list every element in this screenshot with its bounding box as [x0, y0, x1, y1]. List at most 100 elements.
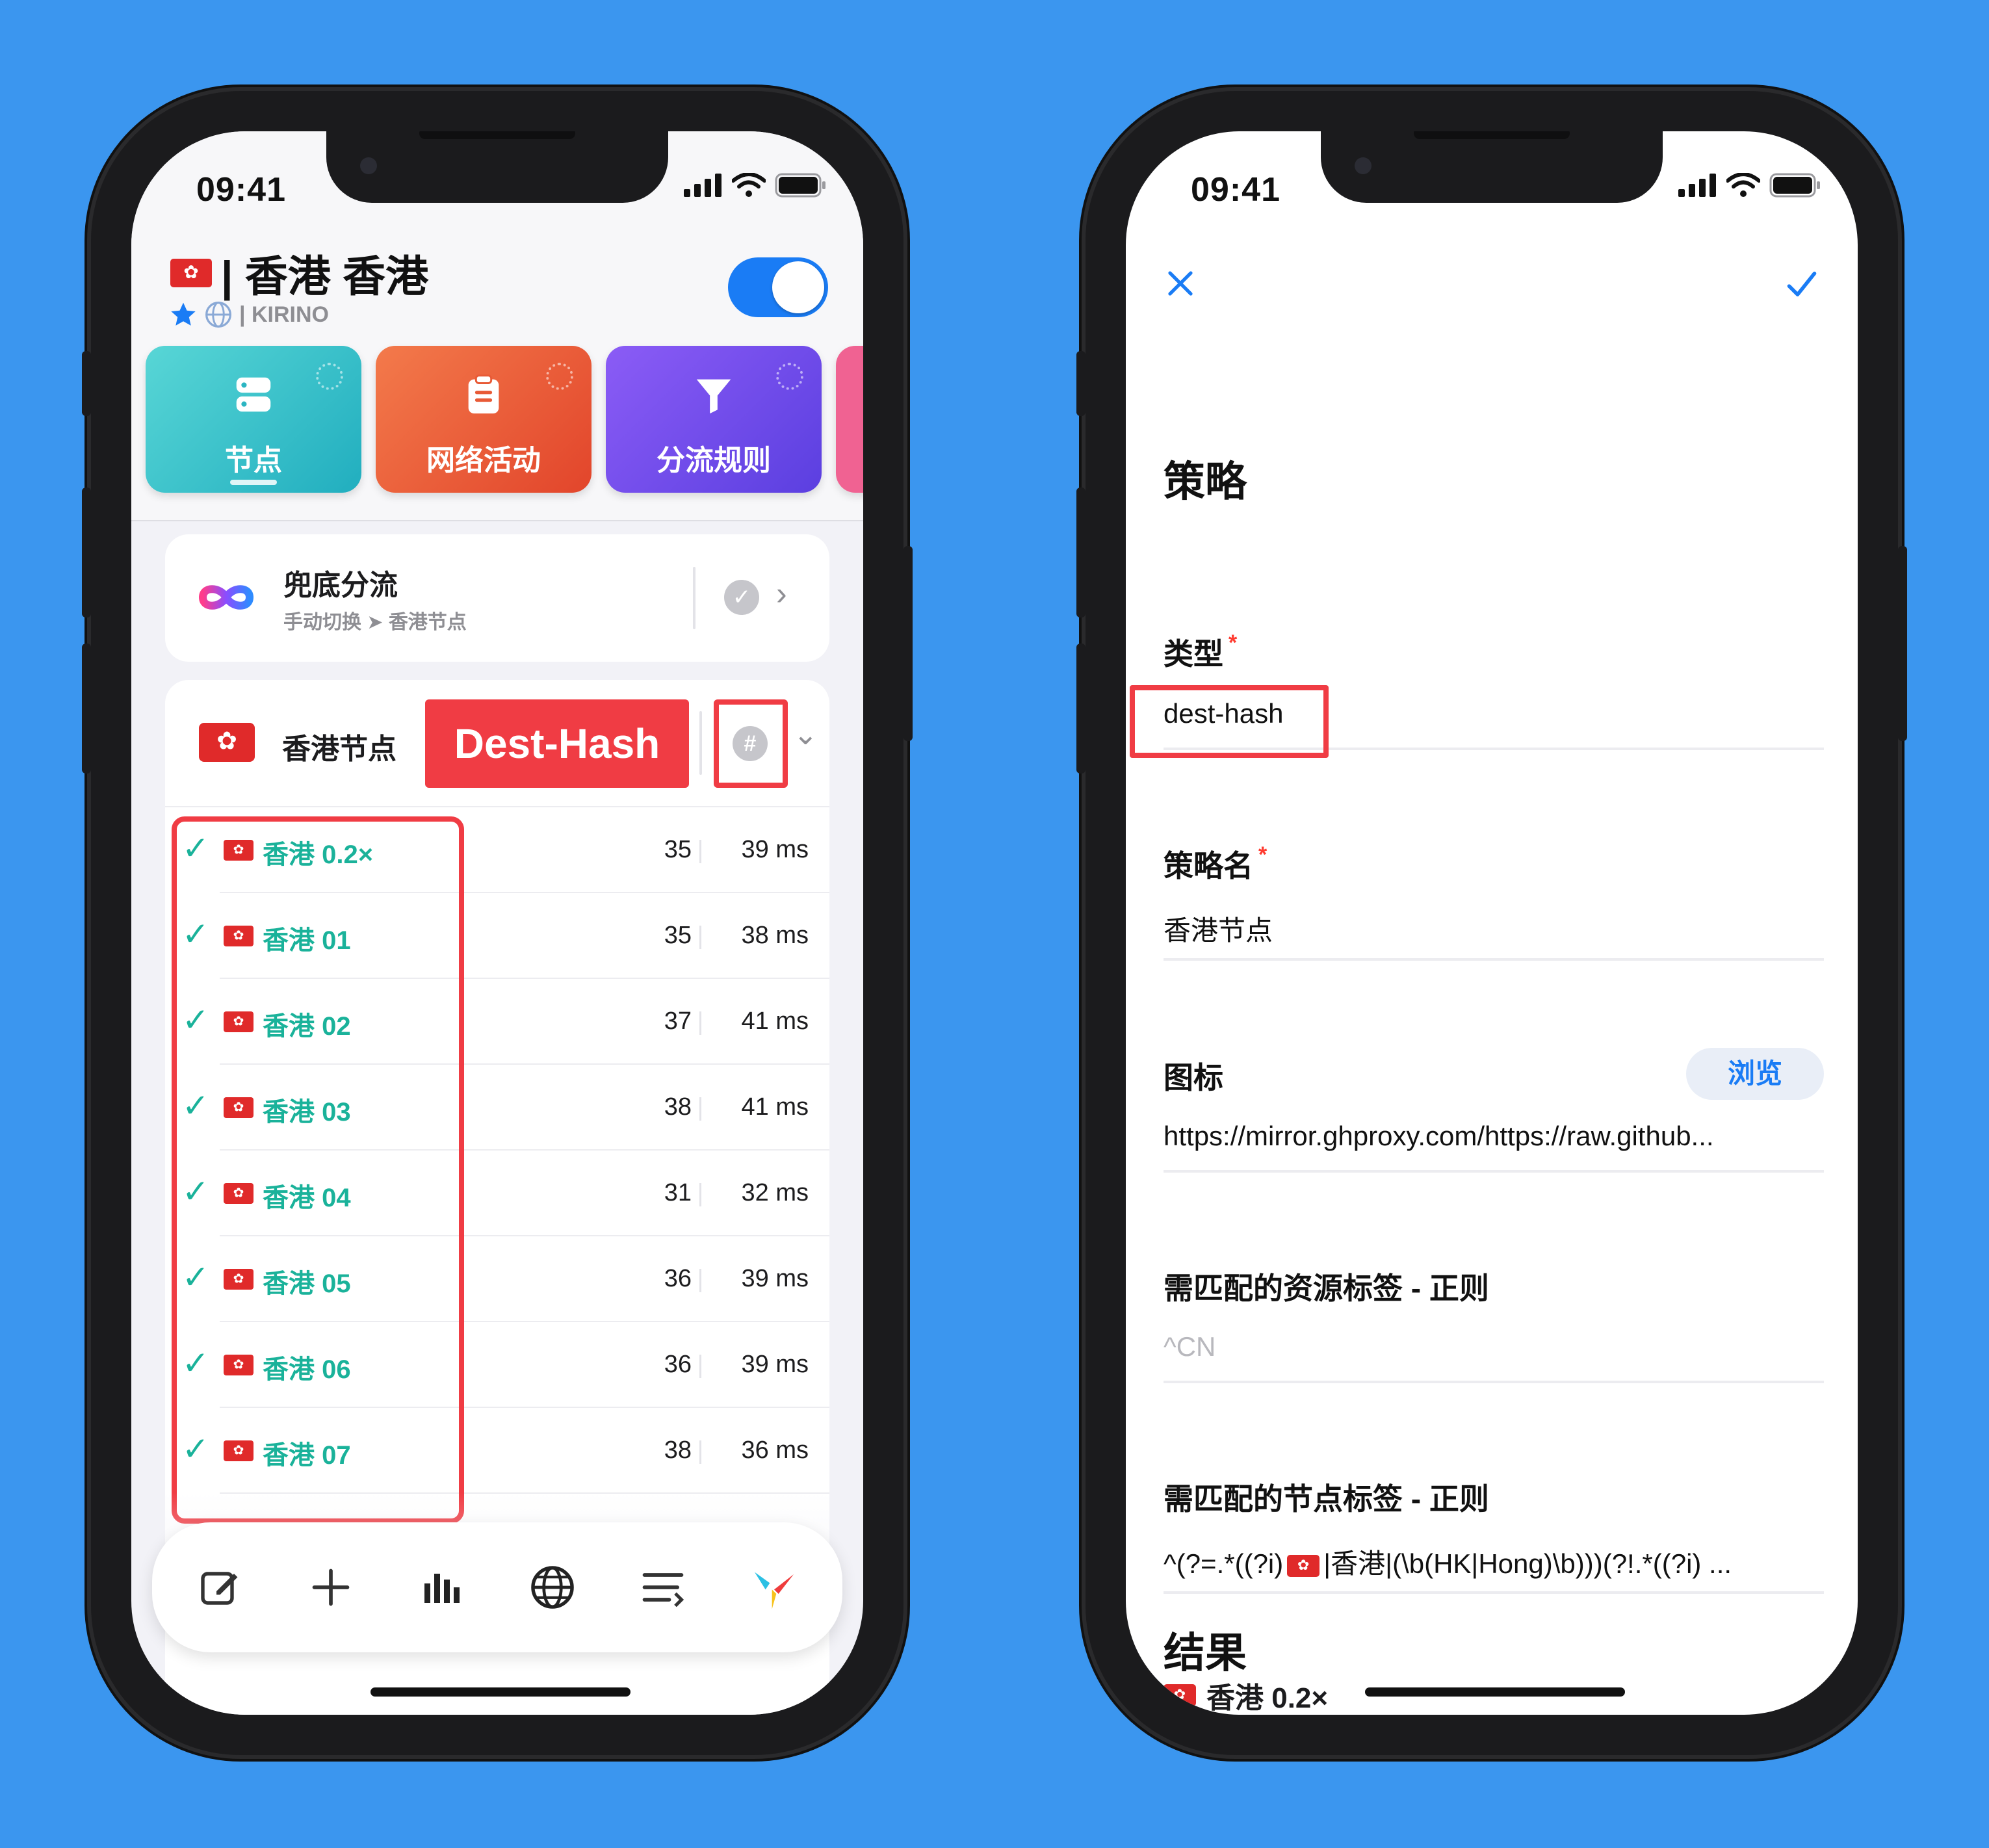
tile-label: 节点: [225, 445, 282, 476]
divider: [699, 1183, 701, 1206]
dest-hash-badge: Dest-Hash: [425, 699, 689, 788]
stats-icon[interactable]: [413, 1558, 471, 1617]
node-latency: 41 ms: [741, 1093, 809, 1121]
resource-tag-label: 需匹配的资源标签 - 正则: [1164, 1271, 1489, 1305]
tile-label: 分流规则: [656, 445, 771, 476]
node-latency: 39 ms: [741, 836, 809, 863]
power-button: [1898, 546, 1907, 741]
node-latency: 36 ms: [741, 1437, 809, 1464]
feature-tiles: 节点 网络活动 分流规则: [146, 346, 863, 493]
node-latency: 41 ms: [741, 1008, 809, 1035]
confirm-check-icon[interactable]: [1785, 268, 1819, 302]
bottom-toolbar: [152, 1522, 842, 1652]
result-item: 香港 0.2×: [1164, 1674, 1328, 1715]
wifi-icon: [1726, 173, 1760, 197]
divider: [699, 1097, 701, 1121]
plus-icon[interactable]: [302, 1558, 360, 1617]
star-icon: [171, 302, 196, 326]
policy-name-label: 策略名 *: [1164, 842, 1268, 883]
hk-flag-icon: [199, 723, 255, 762]
group-name: 香港节点: [282, 733, 396, 765]
icon-url-input[interactable]: https://mirror.ghproxy.com/https://raw.g…: [1164, 1121, 1714, 1152]
result-item-name: 香港 0.2×: [1206, 1682, 1329, 1714]
node-metric: 38: [664, 1093, 692, 1121]
field-underline: [1164, 1591, 1824, 1594]
node-latency: 32 ms: [741, 1179, 809, 1206]
chevron-down-icon[interactable]: ⌄: [793, 716, 818, 751]
divider: [699, 1011, 701, 1035]
power-button: [904, 546, 913, 741]
volume-down-button: [82, 644, 91, 774]
globe-icon: [205, 302, 231, 328]
node-metric: 31: [664, 1179, 692, 1206]
mute-switch: [1076, 351, 1086, 416]
signal-icon: [1678, 174, 1716, 197]
node-tag-input[interactable]: ^(?=.*((?i)|香港|(\b(HK|Hong)\b)))(?!.*((?…: [1164, 1542, 1732, 1581]
node-metric: 36: [664, 1265, 692, 1292]
left-screen: 09:41 | 香港 香港 | KIRINO 节点: [131, 131, 863, 1715]
divider: [699, 1355, 701, 1378]
edit-icon[interactable]: [191, 1558, 250, 1617]
volume-up-button: [82, 488, 91, 618]
camera: [360, 157, 377, 174]
battery-icon: [775, 173, 826, 198]
resource-tag-input[interactable]: ^CN: [1164, 1331, 1216, 1362]
icon-label: 图标: [1164, 1061, 1223, 1095]
profile-title[interactable]: | 香港 香港: [170, 242, 428, 304]
browse-button[interactable]: 浏览: [1686, 1048, 1824, 1100]
divider: [699, 1440, 701, 1464]
node-tag-label: 需匹配的节点标签 - 正则: [1164, 1482, 1489, 1516]
divider: [699, 1269, 701, 1292]
node-metric: 35: [664, 922, 692, 949]
node-latency: 39 ms: [741, 1351, 809, 1378]
server-icon: [236, 377, 271, 412]
node-metric: 36: [664, 1351, 692, 1378]
hk-flag-icon: [1164, 1684, 1196, 1706]
wifi-icon: [732, 173, 766, 197]
node-metric: 38: [664, 1437, 692, 1464]
filter-icon: [696, 379, 731, 414]
section-title-result: 结果: [1164, 1630, 1247, 1676]
hk-flag-icon: [170, 259, 212, 287]
field-underline: [1164, 958, 1824, 961]
hash-highlight-box: #: [714, 699, 788, 788]
type-label: 类型 *: [1164, 631, 1238, 671]
profile-name: | 香港 香港: [221, 252, 429, 300]
app-logo-icon[interactable]: [745, 1558, 803, 1617]
proxy-toggle[interactable]: [728, 257, 828, 317]
node-metric: 35: [664, 836, 692, 863]
required-mark: *: [1228, 631, 1238, 655]
status-icons: [684, 173, 827, 198]
policy-name-input[interactable]: 香港节点: [1164, 909, 1273, 948]
divider: [699, 711, 702, 775]
fallback-name: 兜底分流: [283, 569, 398, 601]
camera: [1355, 157, 1372, 174]
volume-up-button: [1076, 488, 1086, 618]
toggle-knob: [772, 261, 824, 313]
tile-label: 网络活动: [426, 445, 541, 476]
home-indicator: [1365, 1687, 1625, 1697]
close-icon[interactable]: [1165, 268, 1196, 299]
status-time: 09:41: [1191, 171, 1280, 209]
type-highlight-box: [1130, 685, 1329, 758]
check-circle-icon: ✓: [724, 580, 759, 615]
globe-icon[interactable]: [523, 1558, 582, 1617]
list-icon[interactable]: [634, 1558, 692, 1617]
tile-rules[interactable]: 分流规则: [606, 346, 822, 493]
left-phone: 09:41 | 香港 香港 | KIRINO 节点: [82, 91, 913, 1755]
group-header[interactable]: 香港节点 Dest-Hash # ⌄: [165, 680, 829, 807]
node-latency: 39 ms: [741, 1265, 809, 1292]
signal-icon: [684, 174, 722, 197]
tile-nodes[interactable]: 节点: [146, 346, 361, 493]
infinity-logo-icon: [199, 585, 254, 610]
divider: [693, 567, 696, 629]
tile-more[interactable]: [836, 346, 863, 493]
chevron-right-icon[interactable]: ›: [776, 575, 787, 612]
hash-icon[interactable]: #: [733, 726, 768, 761]
profile-subtitle: | KIRINO: [169, 300, 329, 329]
fallback-policy-card[interactable]: 兜底分流 手动切换 ➤ 香港节点 ✓ ›: [165, 534, 829, 662]
status-icons: [1678, 173, 1821, 198]
tile-network-activity[interactable]: 网络活动: [376, 346, 592, 493]
node-metric: 37: [664, 1008, 692, 1035]
node-latency: 38 ms: [741, 922, 809, 949]
